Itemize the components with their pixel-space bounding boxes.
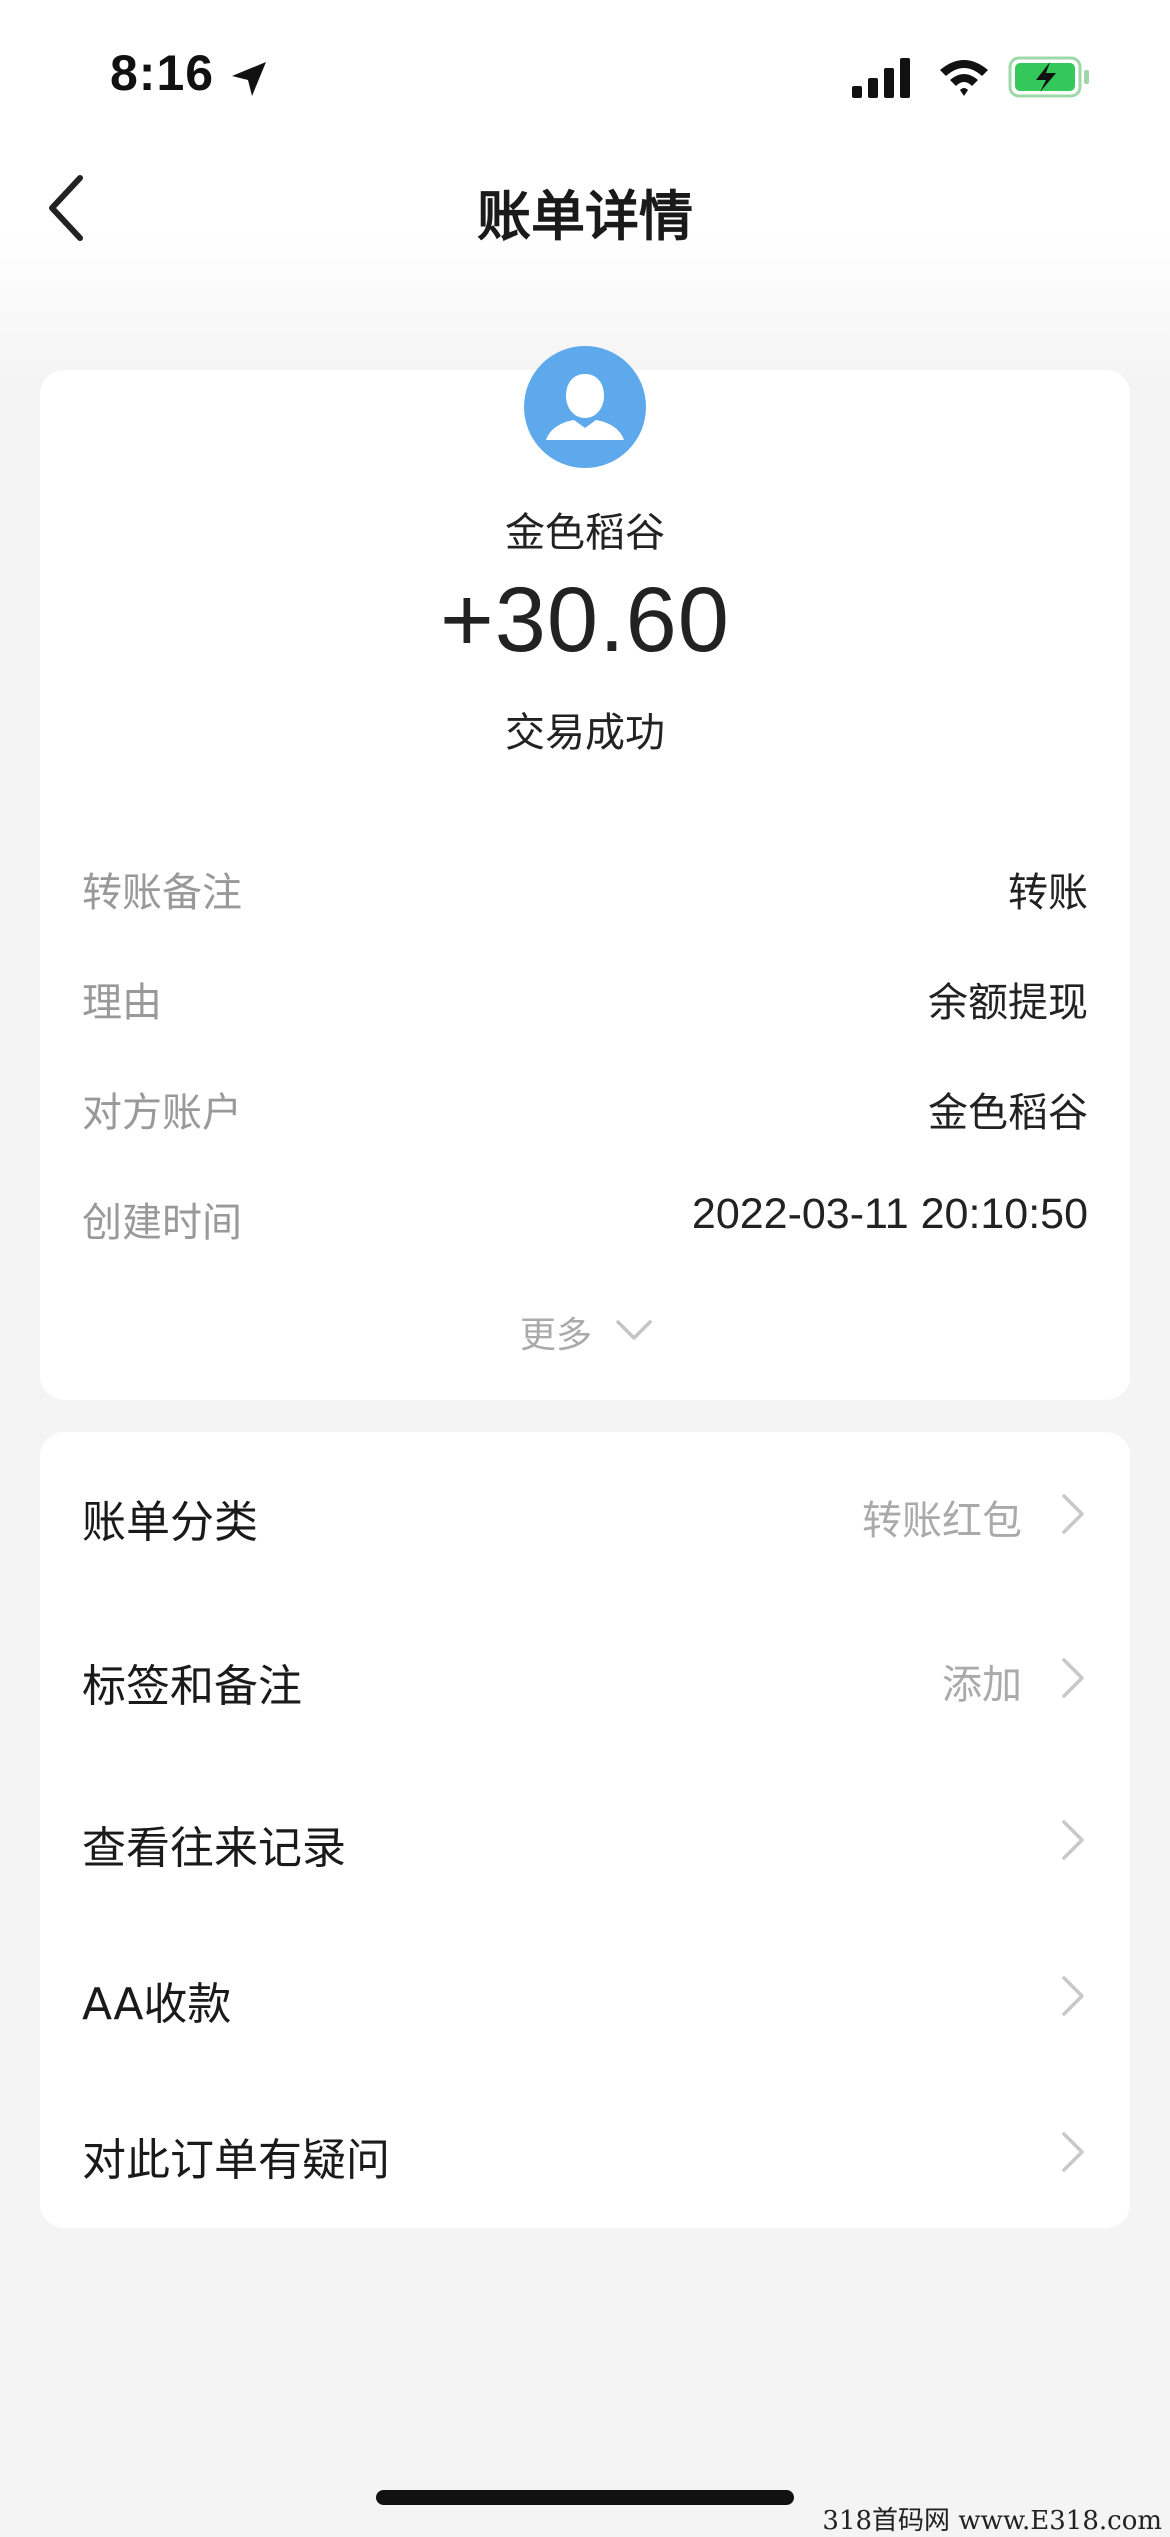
chevron-right-icon	[1062, 1820, 1084, 1860]
detail-row-reason: 理由 余额提现	[82, 970, 1088, 1030]
transaction-status: 交易成功	[505, 710, 665, 756]
detail-value: 转账	[1008, 870, 1088, 916]
menu-item-value: 添加	[942, 1662, 1022, 1708]
chevron-down-icon	[616, 1320, 652, 1340]
detail-row-remark: 转账备注 转账	[82, 860, 1088, 920]
location-arrow-icon	[232, 62, 266, 96]
watermark: 318首码网 www.E318.com	[822, 2506, 1162, 2536]
more-details-button[interactable]: 更多	[500, 1300, 670, 1360]
battery-charging-icon	[1008, 56, 1089, 98]
home-indicator[interactable]	[376, 2490, 794, 2505]
menu-item-aa-collection[interactable]: AA收款	[82, 1962, 1088, 2032]
menu-item-label: 查看往来记录	[82, 1823, 346, 1874]
menu-item-label: 标签和备注	[82, 1661, 302, 1712]
detail-label: 理由	[82, 980, 162, 1026]
menu-item-tags-notes[interactable]: 标签和备注 添加	[82, 1644, 1088, 1714]
detail-value: 余额提现	[928, 980, 1088, 1026]
menu-item-order-question[interactable]: 对此订单有疑问	[82, 2118, 1088, 2188]
menu-item-label: AA收款	[82, 1979, 232, 2030]
detail-row-created-time: 创建时间 2022-03-11 20:10:50	[82, 1190, 1088, 1250]
chevron-right-icon	[1062, 1658, 1084, 1698]
menu-item-label: 对此订单有疑问	[82, 2135, 390, 2186]
chevron-right-icon	[1062, 1494, 1084, 1534]
page-title: 账单详情	[477, 185, 693, 248]
detail-label: 创建时间	[82, 1200, 242, 1246]
detail-value: 金色稻谷	[928, 1090, 1088, 1136]
detail-row-counterparty-account: 对方账户 金色稻谷	[82, 1080, 1088, 1140]
chevron-right-icon	[1062, 2132, 1084, 2172]
status-bar: 8:16	[0, 0, 1170, 150]
detail-label: 转账备注	[82, 870, 242, 916]
counterparty-name: 金色稻谷	[505, 510, 665, 556]
menu-item-bill-category[interactable]: 账单分类 转账红包	[82, 1480, 1088, 1550]
user-avatar-icon	[524, 346, 646, 468]
transaction-amount: +30.60	[440, 569, 730, 671]
cellular-signal-icon	[852, 58, 910, 98]
status-time: 8:16	[110, 45, 215, 101]
more-label: 更多	[520, 1315, 593, 1356]
detail-label: 对方账户	[82, 1090, 242, 1136]
wifi-icon	[940, 60, 988, 96]
chevron-right-icon	[1062, 1976, 1084, 2016]
detail-value: 2022-03-11 20:10:50	[691, 1190, 1088, 1238]
menu-item-transaction-history[interactable]: 查看往来记录	[82, 1806, 1088, 1876]
menu-item-label: 账单分类	[82, 1497, 258, 1548]
menu-item-value: 转账红包	[862, 1498, 1022, 1544]
